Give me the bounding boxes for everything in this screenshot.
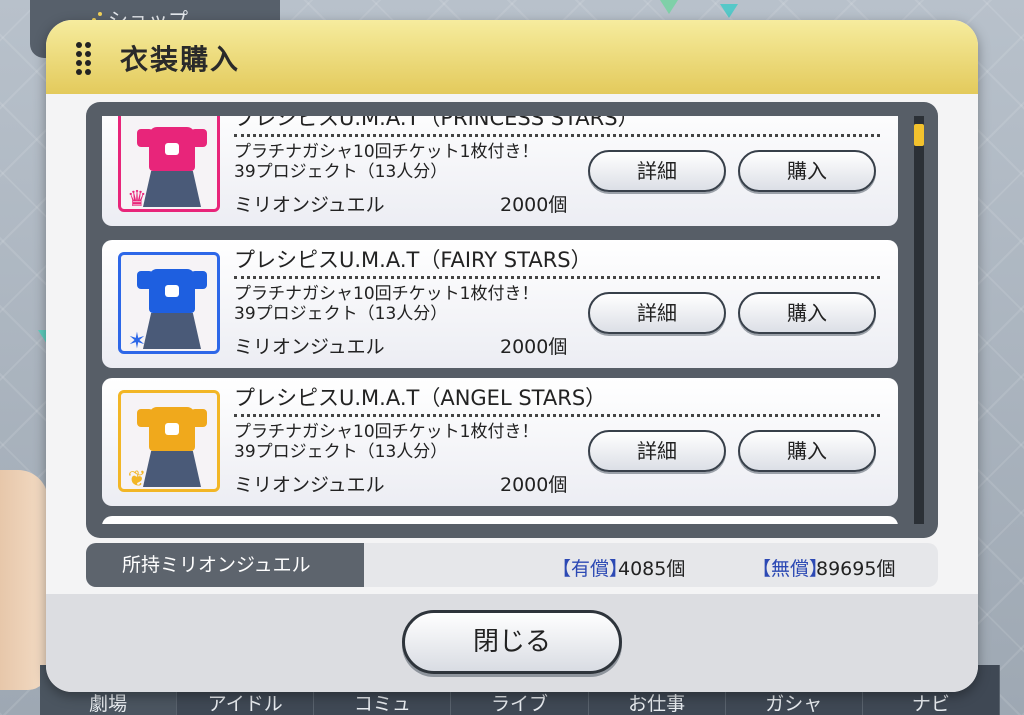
close-button[interactable]: 閉じる <box>402 610 622 674</box>
star-icon: ✶ <box>127 329 147 354</box>
costume-purchase-dialog: 衣装購入 ♛ プレシピスU.M.A.T（PRINCESS STARS） プラチナ… <box>46 20 978 692</box>
item-description: プラチナガシャ10回チケット1枚付き！ 39プロジェクト（13人分） <box>234 142 539 182</box>
dialog-footer: 閉じる <box>46 594 978 692</box>
item-price: 2000個 <box>500 194 568 216</box>
list-item <box>102 516 898 524</box>
costume-thumbnail[interactable]: ✶ <box>118 252 220 354</box>
costume-thumbnail[interactable]: ♛ <box>118 116 220 212</box>
item-description: プラチナガシャ10回チケット1枚付き！ 39プロジェクト（13人分） <box>234 422 539 462</box>
owned-jewel-label: 所持ミリオンジュエル <box>86 543 364 587</box>
free-jewel-count: 89695個 <box>816 558 896 580</box>
item-currency: ミリオンジュエル <box>234 194 385 216</box>
detail-button[interactable]: 詳細 <box>588 150 726 192</box>
item-list-viewport[interactable]: ♛ プレシピスU.M.A.T（PRINCESS STARS） プラチナガシャ10… <box>102 116 898 524</box>
buy-button[interactable]: 購入 <box>738 292 876 334</box>
paid-tag: 【有償】 <box>552 558 629 580</box>
buy-button[interactable]: 購入 <box>738 150 876 192</box>
item-description: プラチナガシャ10回チケット1枚付き！ 39プロジェクト（13人分） <box>234 284 539 324</box>
item-list: ♛ プレシピスU.M.A.T（PRINCESS STARS） プラチナガシャ10… <box>86 102 938 538</box>
pennant-decoration <box>660 0 678 14</box>
paid-jewel-count: 4085個 <box>618 558 686 580</box>
crown-icon: ♛ <box>127 187 147 212</box>
costume-thumbnail[interactable]: ❦ <box>118 390 220 492</box>
list-item: ✶ プレシピスU.M.A.T（FAIRY STARS） プラチナガシャ10回チケ… <box>102 240 898 368</box>
item-currency: ミリオンジュエル <box>234 336 385 358</box>
item-price: 2000個 <box>500 474 568 496</box>
grip-icon <box>76 42 92 76</box>
wing-icon: ❦ <box>127 467 147 492</box>
divider <box>234 276 880 279</box>
list-item: ❦ プレシピスU.M.A.T（ANGEL STARS） プラチナガシャ10回チケ… <box>102 378 898 506</box>
owned-jewel-bar: 所持ミリオンジュエル 【有償】 4085個 【無償】 89695個 <box>86 543 938 587</box>
item-price: 2000個 <box>500 336 568 358</box>
item-name: プレシピスU.M.A.T（ANGEL STARS） <box>234 386 607 410</box>
item-name: プレシピスU.M.A.T（PRINCESS STARS） <box>234 116 639 130</box>
scrollbar-thumb[interactable] <box>914 124 924 146</box>
scrollbar[interactable] <box>914 116 924 524</box>
buy-button[interactable]: 購入 <box>738 430 876 472</box>
list-item: ♛ プレシピスU.M.A.T（PRINCESS STARS） プラチナガシャ10… <box>102 116 898 226</box>
item-currency: ミリオンジュエル <box>234 474 385 496</box>
dialog-title: 衣装購入 <box>120 43 241 76</box>
pennant-decoration <box>720 4 738 18</box>
item-name: プレシピスU.M.A.T（FAIRY STARS） <box>234 248 592 272</box>
divider <box>234 414 880 417</box>
detail-button[interactable]: 詳細 <box>588 292 726 334</box>
divider <box>234 134 880 137</box>
character-arm <box>0 470 48 690</box>
detail-button[interactable]: 詳細 <box>588 430 726 472</box>
dialog-header: 衣装購入 <box>46 20 978 94</box>
